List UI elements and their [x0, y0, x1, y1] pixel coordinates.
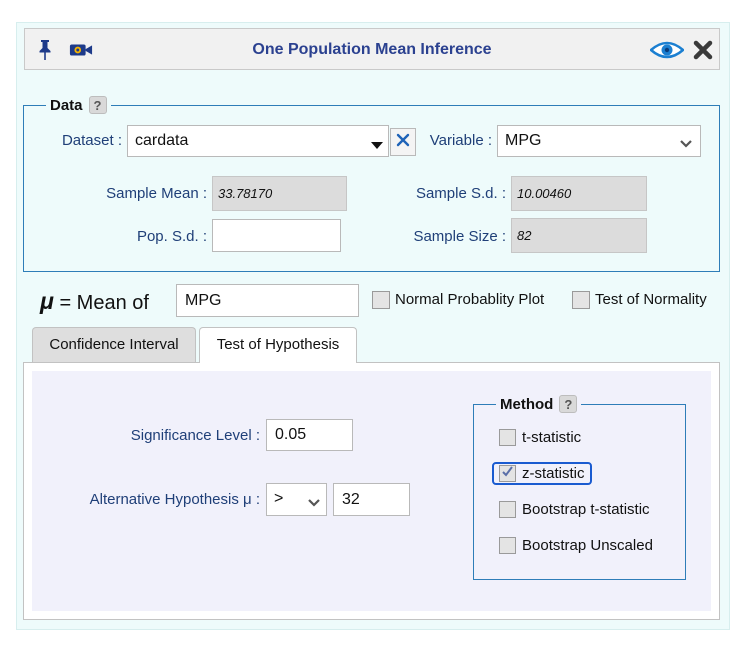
title-bar: One Population Mean Inference [24, 28, 720, 70]
variable-select[interactable]: MPG [497, 125, 701, 157]
pop-sd-input[interactable] [212, 219, 341, 252]
dataset-value: cardata [135, 132, 189, 149]
method-help-button[interactable]: ? [559, 395, 578, 413]
chevron-down-icon [308, 495, 320, 513]
data-legend: Data ? [46, 96, 111, 114]
sample-sd-label: Sample S.d. : [415, 185, 506, 202]
bootstrap-unscaled-label: Bootstrap Unscaled [522, 537, 653, 554]
close-icon[interactable] [691, 38, 715, 62]
normality-test-checkbox[interactable] [572, 291, 590, 309]
normal-plot-checkbox[interactable] [372, 291, 390, 309]
pop-sd-label: Pop. S.d. : [136, 228, 207, 245]
alternative-value-input[interactable] [333, 483, 410, 516]
tab-test-of-hypothesis[interactable]: Test of Hypothesis [199, 327, 357, 363]
chevron-down-icon [680, 136, 692, 154]
eye-icon[interactable] [649, 38, 685, 62]
mean-of-input[interactable] [176, 284, 359, 317]
alternative-label: Alternative Hypothesis μ : [89, 491, 260, 508]
z-statistic-checkbox[interactable] [499, 465, 516, 482]
variable-value: MPG [505, 132, 542, 149]
significance-input[interactable] [266, 419, 353, 451]
sample-mean-label: Sample Mean : [106, 185, 207, 202]
bootstrap-t-checkbox[interactable] [499, 501, 516, 518]
method-legend: Method ? [496, 395, 582, 413]
dataset-label: Dataset : [61, 132, 122, 149]
mean-of-label: μ = Mean of [40, 288, 149, 315]
window-title: One Population Mean Inference [252, 41, 492, 58]
significance-label: Significance Level : [130, 427, 260, 444]
method-legend-label: Method [500, 395, 554, 413]
mu-symbol: μ [40, 288, 54, 314]
t-statistic-label: t-statistic [522, 429, 582, 446]
sample-size-label: Sample Size : [413, 228, 506, 245]
tab-confidence-interval[interactable]: Confidence Interval [32, 327, 196, 362]
data-legend-label: Data [50, 96, 83, 114]
clear-icon [396, 133, 410, 152]
alternative-operator-value: > [274, 490, 284, 507]
clear-dataset-button[interactable] [390, 128, 416, 156]
normality-test-label: Test of Normality [595, 291, 707, 308]
dataset-select[interactable]: cardata [127, 125, 389, 157]
mean-of-text: = Mean of [59, 292, 149, 314]
normal-plot-label: Normal Probablity Plot [395, 291, 545, 308]
sample-mean-value: 33.78170 [212, 176, 347, 211]
sample-sd-value: 10.00460 [511, 176, 647, 211]
t-statistic-checkbox[interactable] [499, 429, 516, 446]
bootstrap-t-label: Bootstrap t-statistic [522, 501, 650, 518]
bootstrap-unscaled-checkbox[interactable] [499, 537, 516, 554]
z-statistic-label: z-statistic [522, 465, 585, 482]
variable-label: Variable : [429, 132, 492, 149]
sample-size-value: 82 [511, 218, 647, 253]
data-help-button[interactable]: ? [88, 96, 107, 114]
alternative-operator-select[interactable]: > [266, 483, 327, 516]
dropdown-arrow-icon [370, 137, 384, 155]
check-icon [501, 465, 514, 483]
